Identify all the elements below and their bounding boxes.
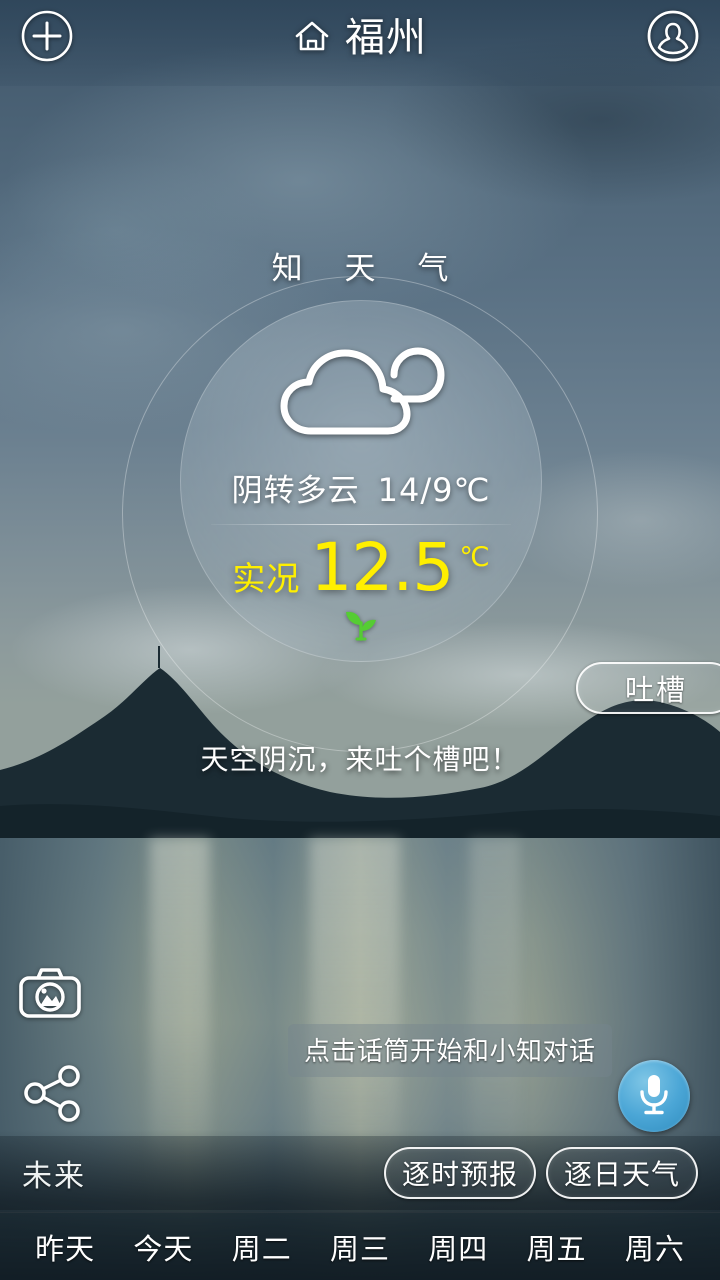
app-header: 福州: [0, 0, 720, 76]
condition-row: 阴转多云 14/9℃: [232, 465, 491, 510]
day-tab-friday[interactable]: 周五: [507, 1226, 605, 1268]
day-tab-wednesday[interactable]: 周三: [311, 1226, 409, 1268]
profile-button[interactable]: [644, 9, 702, 67]
weather-dial[interactable]: 阴转多云 14/9℃ 实况 12.5 ℃: [180, 300, 542, 662]
tucao-button-label: 吐槽: [624, 673, 687, 707]
day-tab-saturday[interactable]: 周六: [606, 1226, 704, 1268]
future-bar: 未来 逐时预报 逐日天气: [0, 1136, 720, 1210]
person-circle-icon: [646, 9, 700, 67]
hourly-forecast-button[interactable]: 逐时预报: [384, 1147, 536, 1199]
temp-range-label: 14/9℃: [377, 471, 491, 509]
sprout-icon[interactable]: [341, 607, 381, 645]
camera-icon: [18, 968, 82, 1024]
live-temp-row: 实况 12.5 ℃: [232, 535, 489, 601]
future-label: 未来: [22, 1159, 86, 1194]
plus-circle-icon: [20, 9, 74, 67]
add-city-button[interactable]: [18, 9, 76, 67]
forecast-toggle-group: 逐时预报 逐日天气: [384, 1147, 698, 1199]
brand-title: 知 天 气: [271, 251, 465, 287]
hourly-forecast-label: 逐时预报: [401, 1158, 518, 1191]
daily-forecast-button[interactable]: 逐日天气: [546, 1147, 698, 1199]
day-tab-today[interactable]: 今天: [114, 1226, 212, 1268]
live-temp-unit: ℃: [459, 542, 490, 573]
day-tab-yesterday[interactable]: 昨天: [16, 1226, 114, 1268]
day-tabs-bar: 昨天 今天 周二 周三 周四 周五 周六: [0, 1212, 720, 1280]
share-button[interactable]: [22, 1062, 84, 1128]
weather-app-screen: 福州 知 天 气 阴转多云 14/9℃ 实况 12.5 ℃ 吐槽 天空阴沉，来吐…: [0, 0, 720, 1280]
microphone-icon: [634, 1071, 674, 1121]
live-temp-value: 12.5: [310, 529, 454, 606]
home-icon: [293, 17, 331, 59]
voice-tip-bubble: 点击话筒开始和小知对话: [288, 1024, 612, 1077]
cloudy-icon: [276, 335, 446, 449]
share-icon: [22, 1065, 84, 1128]
tucao-prompt: 天空阴沉，来吐个槽吧！: [200, 743, 520, 776]
tucao-button[interactable]: 吐槽: [576, 662, 720, 714]
condition-label: 阴转多云: [231, 473, 360, 509]
camera-button[interactable]: [18, 966, 82, 1024]
city-title[interactable]: 福州: [293, 17, 427, 59]
daily-forecast-label: 逐日天气: [563, 1158, 680, 1191]
live-label: 实况: [232, 559, 301, 598]
day-tab-tuesday[interactable]: 周二: [213, 1226, 311, 1268]
microphone-button[interactable]: [618, 1060, 690, 1132]
city-name-label: 福州: [345, 15, 427, 61]
day-tab-thursday[interactable]: 周四: [409, 1226, 507, 1268]
dial-divider: [211, 524, 511, 525]
